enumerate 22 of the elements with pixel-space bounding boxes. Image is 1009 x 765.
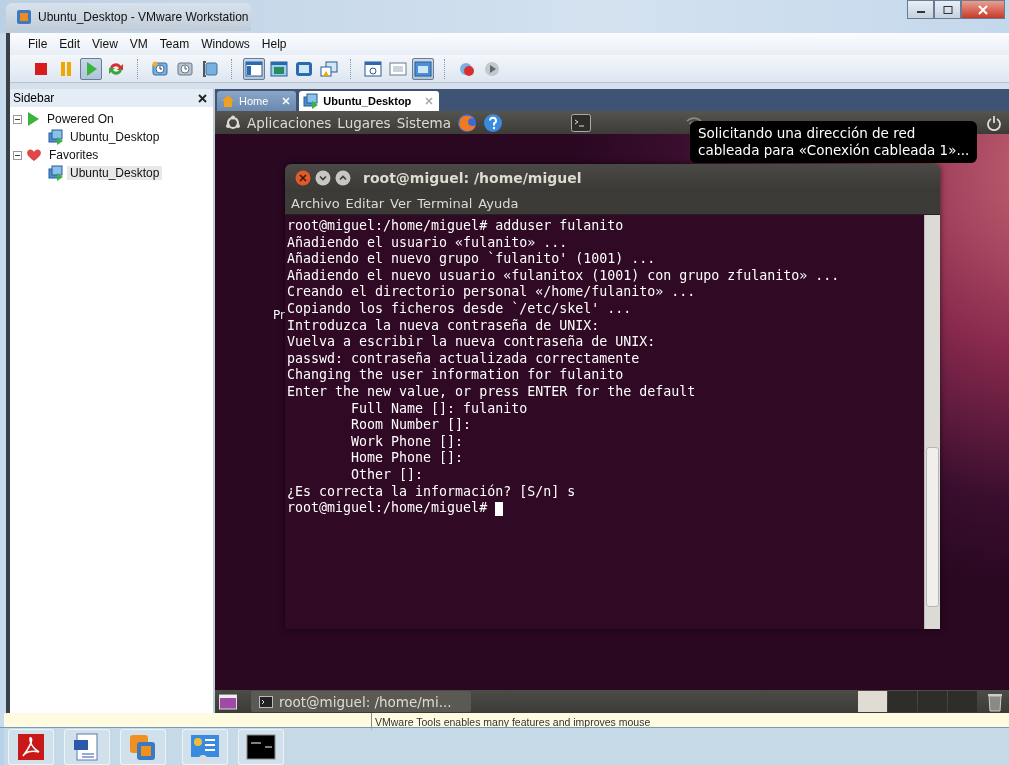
terminal-line: Añadiendo el nuevo grupo `fulanito' (1001) ... bbox=[287, 251, 657, 268]
window-title: root@miguel: /home/miguel bbox=[363, 170, 582, 186]
terminal-line: root@miguel:/home/miguel# bbox=[287, 500, 489, 517]
terminal-line: ¿Es correcta la información? [S/n] s bbox=[287, 483, 577, 501]
terminal-line: root@miguel:/home/miguel# adduser fulanito bbox=[287, 218, 625, 235]
terminal-line: Copiando los ficheros desde `/etc/skel' ... bbox=[287, 300, 633, 318]
terminal-line: Room Number []: bbox=[350, 417, 473, 434]
terminal-line: Añadiendo el usuario «fulanito» ... bbox=[287, 234, 569, 251]
panel-title: Sidebar bbox=[13, 91, 55, 105]
terminal-line: Enter the new value, or press ENTER for the default bbox=[287, 383, 697, 401]
terminal-line: Creando el directorio personal «/home/fulanito» ... bbox=[287, 284, 697, 301]
terminal-line: Home Phone []: bbox=[350, 450, 465, 467]
tooltip: Solicitando una dirección de red cableada para «Conexión cableada 1»... bbox=[690, 121, 978, 163]
window-title: Ubuntu_Desktop - VMware Workstation bbox=[38, 9, 249, 24]
terminal-line: Other []: bbox=[350, 466, 425, 484]
terminal-line: Full Name []: fulanito bbox=[350, 400, 529, 418]
terminal-line: Work Phone []: bbox=[350, 433, 465, 451]
terminal-line: Vuelva a escribir la nueva contraseña de UNIX: bbox=[287, 334, 657, 351]
terminal-line: Changing the user information for fulanito bbox=[287, 367, 625, 384]
terminal-line: Introduzca la nueva contraseña de UNIX: bbox=[287, 317, 601, 335]
terminal-line: Añadiendo el nuevo usuario «fulanitox (1001) con grupo zfulanito» ... bbox=[287, 267, 841, 285]
terminal-line: passwd: contraseña actualizada correctamente bbox=[287, 350, 641, 368]
